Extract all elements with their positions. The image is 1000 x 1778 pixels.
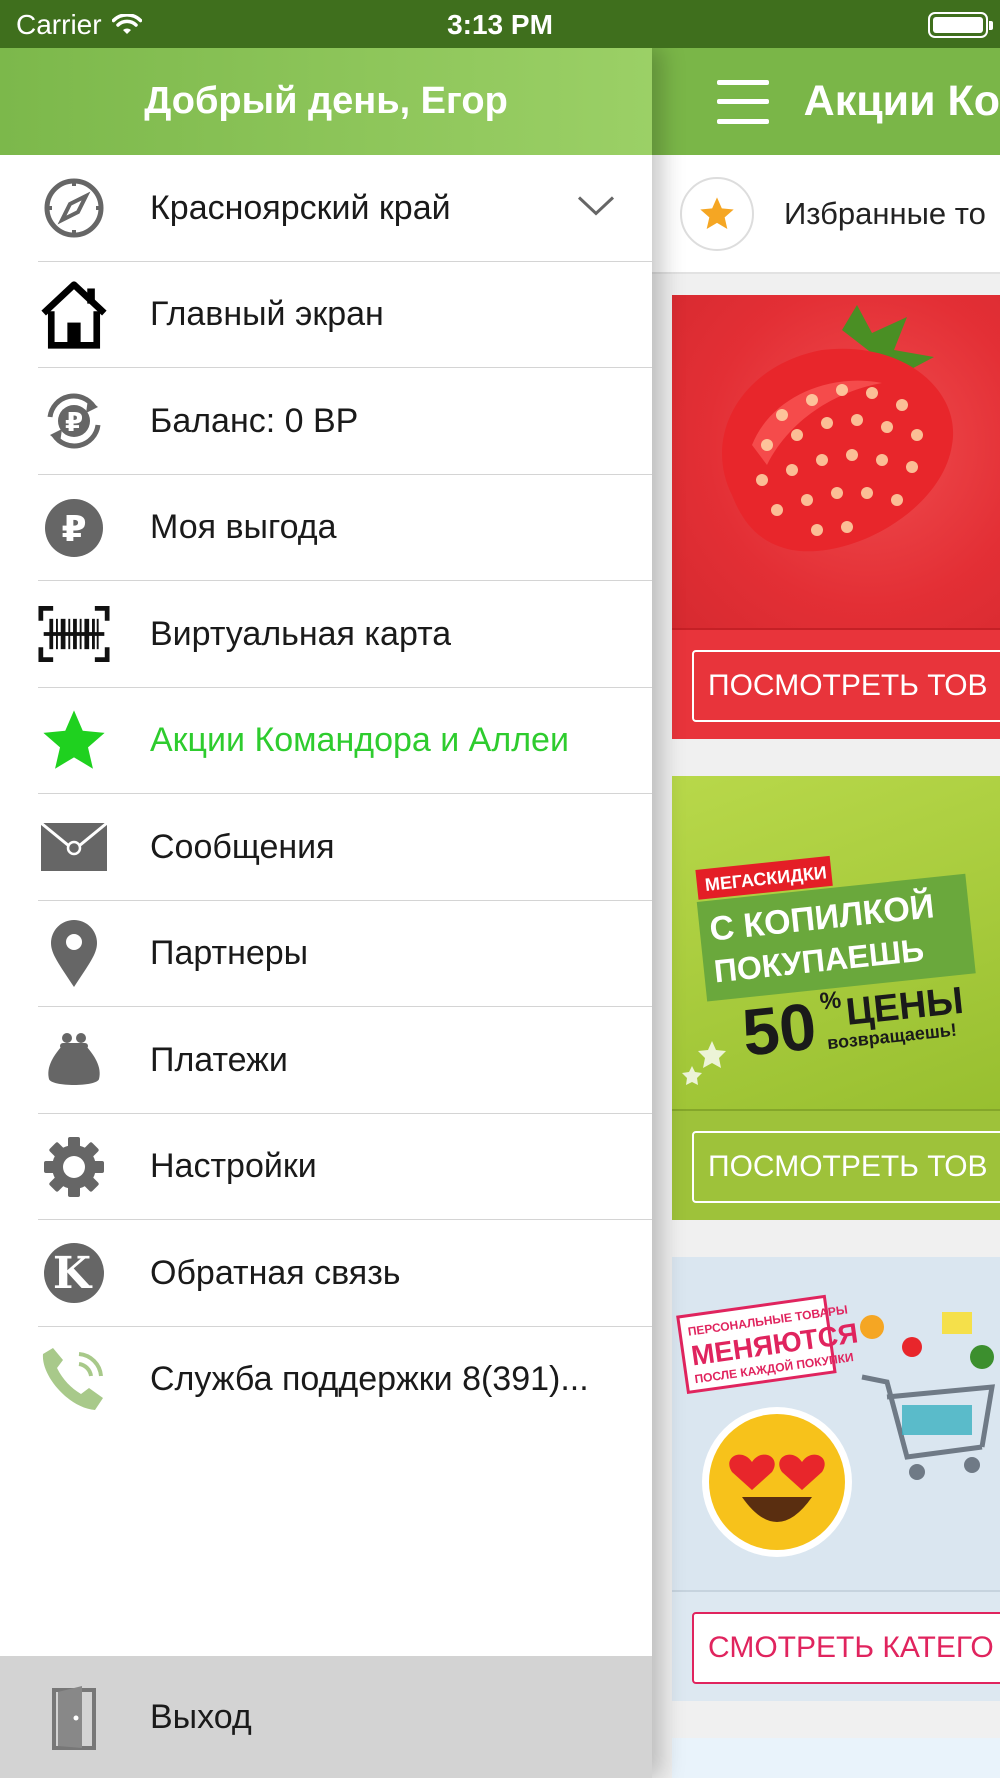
menu-label-home: Главный экран — [150, 295, 384, 334]
status-time: 3:13 PM — [447, 9, 553, 40]
view-products-button-2[interactable]: ПОСМОТРЕТЬ ТОВ — [692, 1131, 1000, 1203]
ruble-exchange-icon: ₽ — [38, 385, 110, 457]
personal-products-image: ПЕРСОНАЛЬНЫЕ ТОВАРЫ МЕНЯЮТСЯ ПОСЛЕ КАЖДО… — [672, 1257, 1000, 1592]
phone-icon — [38, 1344, 110, 1416]
menu-label-virtual-card: Виртуальная карта — [150, 614, 452, 653]
menu-item-home[interactable]: Главный экран — [0, 262, 652, 369]
chevron-down-icon[interactable] — [576, 194, 616, 223]
promo-card-megaskidki[interactable]: МЕГАСКИДКИ С КОПИЛКОЙ ПОКУПАЕШЬ 50 % ЦЕН… — [672, 776, 1000, 1220]
drawer-greeting: Добрый день, Егор — [0, 48, 652, 155]
map-pin-icon — [38, 918, 110, 990]
navigation-drawer: Добрый день, Егор Красноярский край Глав… — [0, 48, 652, 1778]
menu-item-partners[interactable]: Партнеры — [0, 901, 652, 1008]
view-categories-button[interactable]: СМОТРЕТЬ КАТЕГО — [692, 1612, 1000, 1684]
menu-label-payments: Платежи — [150, 1040, 288, 1079]
promo-fifty: 50 — [739, 988, 820, 1069]
menu-label-balance: Баланс: 0 ВР — [150, 401, 359, 440]
favorite-star-icon — [680, 176, 754, 251]
main-panel: Акции Ко Избранные то ПОСМОТРЕТЬ ТОВ МЕГ… — [652, 48, 1000, 1778]
main-header: Акции Ко — [652, 48, 1000, 155]
menu-item-settings[interactable]: Настройки — [0, 1114, 652, 1221]
menu-item-virtual-card[interactable]: Виртуальная карта — [0, 581, 652, 688]
status-bar: Carrier 3:13 PM — [0, 0, 1000, 48]
strawberry-image — [672, 295, 1000, 630]
exit-door-icon — [44, 1681, 104, 1753]
favorites-row[interactable]: Избранные то — [652, 155, 1000, 274]
promo-card-partial[interactable] — [672, 1738, 1000, 1778]
barcode-icon — [38, 598, 110, 670]
promo-percent: % — [818, 987, 842, 1016]
menu-list: Красноярский край Главный экран ₽ Баланс… — [0, 155, 652, 1433]
svg-text:₽: ₽ — [65, 408, 83, 438]
menu-item-region[interactable]: Красноярский край — [0, 155, 652, 262]
home-icon — [38, 279, 110, 351]
menu-label-support: Служба поддержки 8(391)... — [150, 1360, 589, 1399]
hamburger-menu-icon[interactable] — [717, 79, 769, 124]
gear-icon — [38, 1131, 110, 1203]
k-logo-icon: K — [38, 1237, 110, 1309]
menu-item-feedback[interactable]: K Обратная связь — [0, 1220, 652, 1327]
menu-item-benefit[interactable]: ₽ Моя выгода — [0, 475, 652, 582]
menu-item-promotions[interactable]: Акции Командора и Аллеи — [0, 688, 652, 795]
ruble-icon: ₽ — [38, 492, 110, 564]
menu-item-balance[interactable]: ₽ Баланс: 0 ВР — [0, 368, 652, 475]
wallet-icon — [38, 1024, 110, 1096]
menu-label-partners: Партнеры — [150, 934, 309, 973]
favorites-label: Избранные то — [784, 195, 986, 231]
logout-button[interactable]: Выход — [0, 1656, 652, 1778]
compass-icon — [38, 172, 110, 244]
promo-card-personal[interactable]: ПЕРСОНАЛЬНЫЕ ТОВАРЫ МЕНЯЮТСЯ ПОСЛЕ КАЖДО… — [672, 1257, 1000, 1701]
menu-label-feedback: Обратная связь — [150, 1253, 401, 1292]
menu-item-payments[interactable]: Платежи — [0, 1007, 652, 1114]
logout-label: Выход — [150, 1697, 252, 1736]
menu-item-messages[interactable]: Сообщения — [0, 794, 652, 901]
svg-text:₽: ₽ — [61, 509, 86, 550]
svg-text:K: K — [53, 1248, 93, 1299]
menu-label-benefit: Моя выгода — [150, 508, 337, 547]
menu-label-messages: Сообщения — [150, 827, 335, 866]
menu-item-support[interactable]: Служба поддержки 8(391)... — [0, 1327, 652, 1434]
envelope-icon — [38, 811, 110, 883]
star-icon — [38, 705, 110, 777]
view-products-button[interactable]: ПОСМОТРЕТЬ ТОВ — [692, 650, 1000, 722]
megaskidki-image: МЕГАСКИДКИ С КОПИЛКОЙ ПОКУПАЕШЬ 50 % ЦЕН… — [672, 776, 1000, 1111]
main-title: Акции Ко — [803, 77, 1000, 125]
menu-label-region: Красноярский край — [150, 188, 451, 227]
menu-label-settings: Настройки — [150, 1147, 317, 1186]
menu-label-promotions: Акции Командора и Аллеи — [150, 721, 569, 760]
promo-card-strawberry[interactable]: ПОСМОТРЕТЬ ТОВ — [672, 295, 1000, 739]
battery-icon — [928, 12, 993, 38]
